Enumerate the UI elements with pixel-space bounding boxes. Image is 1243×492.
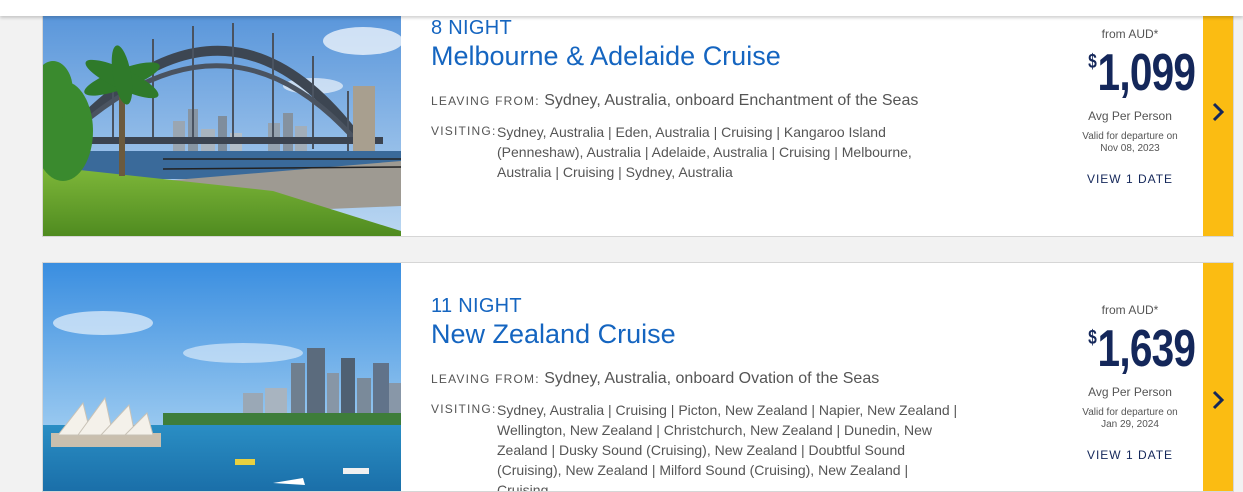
valid-departure-date: Jan 29, 2024 <box>1101 419 1159 430</box>
leaving-from-value: Sydney, Australia, onboard Enchantment o… <box>544 92 919 109</box>
price-value: 1,639 <box>1097 320 1196 378</box>
price-block: from AUD* $1,639 Avg Per Person Valid fo… <box>1073 303 1196 462</box>
visiting-ports: Sydney, Australia | Eden, Australia | Cr… <box>497 124 912 180</box>
visiting-label: VISITING: <box>431 124 497 138</box>
top-header-bar <box>0 0 1243 16</box>
chevron-right-icon <box>1212 390 1225 410</box>
view-dates-link[interactable]: VIEW 1 DATE <box>1073 448 1187 462</box>
cruise-photo-harbour-bridge[interactable] <box>43 0 401 236</box>
cruise-nights: 11 NIGHT <box>431 295 522 317</box>
card-arrow-button[interactable] <box>1203 0 1233 236</box>
leaving-from-value: Sydney, Australia, onboard Ovation of th… <box>544 370 880 387</box>
leaving-from: LEAVING FROM: Sydney, Australia, onboard… <box>431 370 961 388</box>
price-block: from AUD* $1,099 Avg Per Person Valid fo… <box>1073 27 1196 186</box>
cruise-title[interactable]: Melbourne & Adelaide Cruise <box>431 41 961 72</box>
cruise-nights: 8 NIGHT <box>431 17 512 39</box>
chevron-right-icon <box>1212 102 1225 122</box>
from-currency-label: from AUD* <box>1101 27 1159 41</box>
visiting-ports: Sydney, Australia | Cruising | Picton, N… <box>497 402 958 492</box>
valid-departure-text: Valid for departure on Nov 08, 2023 <box>1073 131 1187 155</box>
currency-symbol: $ <box>1088 327 1097 349</box>
price-value: 1,099 <box>1097 44 1196 102</box>
valid-departure-label: Valid for departure on <box>1082 131 1178 142</box>
price-amount: $1,099 <box>1088 44 1196 102</box>
leaving-from: LEAVING FROM: Sydney, Australia, onboard… <box>431 92 961 110</box>
valid-departure-text: Valid for departure on Jan 29, 2024 <box>1073 407 1187 431</box>
avg-per-person-label: Avg Per Person <box>1088 109 1172 123</box>
from-currency-label: from AUD* <box>1101 303 1159 317</box>
cruise-title[interactable]: New Zealand Cruise <box>431 319 961 350</box>
valid-departure-date: Nov 08, 2023 <box>1100 143 1160 154</box>
leaving-from-label: LEAVING FROM: <box>431 94 540 108</box>
currency-symbol: $ <box>1088 51 1097 73</box>
cruise-info: 8 NIGHT Melbourne & Adelaide Cruise LEAV… <box>431 17 961 182</box>
view-dates-link[interactable]: VIEW 1 DATE <box>1073 172 1187 186</box>
cruise-info: 11 NIGHT New Zealand Cruise LEAVING FROM… <box>431 295 961 492</box>
avg-per-person-label: Avg Per Person <box>1088 385 1172 399</box>
visiting: VISITING: Sydney, Australia | Cruising |… <box>431 400 961 492</box>
leaving-from-label: LEAVING FROM: <box>431 372 540 386</box>
card-arrow-button[interactable] <box>1203 263 1233 491</box>
cruise-card[interactable]: 8 NIGHT Melbourne & Adelaide Cruise LEAV… <box>42 0 1234 237</box>
valid-departure-label: Valid for departure on <box>1082 407 1178 418</box>
visiting-label: VISITING: <box>431 402 497 416</box>
visiting: VISITING: Sydney, Australia | Eden, Aust… <box>431 122 961 182</box>
cruise-card[interactable]: 11 NIGHT New Zealand Cruise LEAVING FROM… <box>42 262 1234 492</box>
price-amount: $1,639 <box>1088 320 1196 378</box>
cruise-photo-opera-house[interactable] <box>43 263 401 491</box>
